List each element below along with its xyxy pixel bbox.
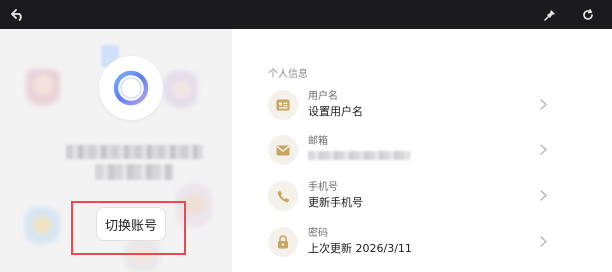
row-label: 邮箱 <box>308 136 328 147</box>
sticker-image <box>164 71 198 111</box>
sticker-image <box>26 69 60 109</box>
app-logo-icon <box>113 70 149 106</box>
chevron-right-icon <box>538 187 548 203</box>
lock-icon <box>268 227 298 257</box>
phone-icon <box>268 181 298 211</box>
username-mosaic <box>66 145 203 159</box>
sticker-image <box>24 207 60 247</box>
refresh-icon[interactable] <box>574 0 602 29</box>
mail-icon <box>268 135 298 165</box>
section-title: 个人信息 <box>268 69 308 80</box>
sticker-image <box>120 239 164 271</box>
sticker-image <box>176 179 212 231</box>
row-label: 手机号 <box>308 182 338 193</box>
username-row[interactable]: 用户名 设置用户名 <box>266 84 556 126</box>
row-value: 更新手机号 <box>308 196 363 209</box>
switch-account-button[interactable]: 切换账号 <box>96 207 166 241</box>
user-id-mosaic <box>95 164 173 180</box>
row-label: 用户名 <box>308 91 338 102</box>
chevron-right-icon <box>538 233 548 249</box>
title-bar <box>0 0 612 29</box>
row-value: 设置用户名 <box>308 105 363 118</box>
email-value-mosaic <box>308 151 410 160</box>
row-label: 密码 <box>308 228 328 239</box>
pin-icon[interactable] <box>536 0 564 29</box>
chevron-right-icon <box>538 141 548 157</box>
id-card-icon <box>268 90 298 120</box>
password-row[interactable]: 密码 上次更新 2026/3/11 <box>266 221 556 263</box>
chevron-right-icon <box>538 96 548 112</box>
email-row[interactable]: 邮箱 <box>266 129 556 171</box>
undo-arrow-icon[interactable] <box>4 0 32 29</box>
row-value: 上次更新 2026/3/11 <box>308 242 412 255</box>
avatar[interactable] <box>99 56 163 120</box>
phone-row[interactable]: 手机号 更新手机号 <box>266 175 556 217</box>
